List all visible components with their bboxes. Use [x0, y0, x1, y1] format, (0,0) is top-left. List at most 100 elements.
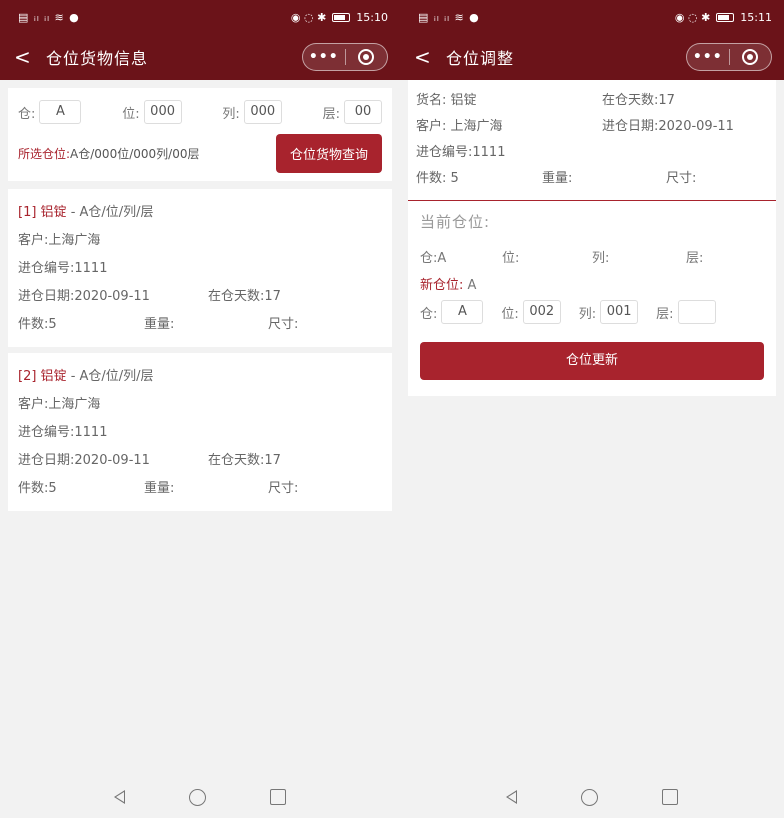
nav-back-icon[interactable]: [114, 790, 125, 804]
warehouse-input[interactable]: A: [39, 100, 82, 124]
selected-location-row: 所选仓位:A仓/000位/000列/00层 仓位货物查询: [18, 134, 382, 173]
selected-location-value: A仓/000位/000列/00层: [70, 147, 200, 161]
cargo-entry-no: 进仓编号:1111: [18, 425, 108, 440]
status-icons: ◉ ◌ ✱: [674, 10, 711, 24]
position-field: 位: 000: [122, 100, 182, 124]
new-level-input[interactable]: [677, 300, 716, 324]
info-row-1: 货名: 铝锭 在仓天数:17: [416, 90, 768, 112]
cargo-card-1[interactable]: [1] 铝锭 - A仓/位/列/层 客户:上海广海 进仓编号:1111 进仓日期…: [8, 189, 392, 347]
new-location-label: 新仓位: A: [420, 278, 477, 293]
system-nav-bar: [0, 776, 400, 818]
status-icons: ◉ ◌ ✱: [290, 10, 327, 24]
cargo-weight: 重量:: [144, 317, 175, 332]
new-column-input[interactable]: 001: [600, 300, 639, 324]
nav-home-icon[interactable]: [581, 788, 598, 806]
nav-bar: < 仓位货物信息 •••: [0, 34, 400, 80]
new-position-input[interactable]: 002: [522, 300, 561, 324]
weight: 重量:: [542, 171, 573, 186]
new-column-field: 列: 001: [578, 300, 639, 324]
customer: 客户: 上海广海: [416, 119, 503, 134]
cargo-title: [2] 铝锭 - A仓/位/列/层: [18, 363, 382, 391]
signal-icons: ▤ ᵢₗ ᵢₗ ≋ ●: [418, 10, 480, 24]
selected-location: 所选仓位:A仓/000位/000列/00层: [18, 145, 199, 162]
column-field: 列: 000: [222, 100, 282, 124]
back-icon[interactable]: <: [414, 45, 438, 69]
new-column-label: 列:: [578, 306, 597, 322]
target-icon: [358, 49, 375, 65]
search-panel: 仓: A 位: 000 列: 000 层: 00 所选仓位:A仓/000位/00…: [8, 88, 392, 181]
system-nav-bar: [400, 776, 784, 818]
status-right: ◉ ◌ ✱ 15:10: [291, 11, 388, 24]
cargo-name: [1] 铝锭: [18, 205, 67, 220]
column-input[interactable]: 000: [243, 100, 282, 124]
goods-name: 货名: 铝锭: [416, 93, 477, 108]
level-input[interactable]: 00: [344, 100, 382, 124]
entry-no: 进仓编号:1111: [416, 145, 506, 160]
nav-home-icon[interactable]: [189, 788, 206, 806]
cargo-weight: 重量:: [144, 481, 175, 496]
cargo-days: 在仓天数:17: [208, 289, 281, 304]
signal-icons: ▤ ᵢₗ ᵢₗ ≋ ●: [18, 10, 80, 24]
level-label: 层:: [322, 106, 340, 122]
new-position-label: 位:: [501, 306, 519, 322]
more-icon[interactable]: •••: [303, 49, 345, 65]
cargo-location: - A仓/位/列/层: [66, 369, 154, 384]
page-title: 仓位货物信息: [46, 49, 149, 68]
cargo-customer: 客户:上海广海: [18, 233, 101, 248]
screen-location-adjust: ▤ ᵢₗ ᵢₗ ≋ ● ◉ ◌ ✱ 15:11 < 仓位调整 ••• 货名: 铝…: [400, 0, 784, 818]
target-icon: [742, 49, 759, 65]
selected-location-label: 所选仓位:: [18, 147, 71, 161]
new-position-field: 位: 002: [501, 300, 561, 324]
screen-cargo-info: ▤ ᵢₗ ᵢₗ ≋ ● ◉ ◌ ✱ 15:10 < 仓位货物信息 ••• 仓: …: [0, 0, 400, 818]
cargo-days: 在仓天数:17: [208, 453, 281, 468]
cargo-entry-no: 进仓编号:1111: [18, 261, 108, 276]
status-bar: ▤ ᵢₗ ᵢₗ ≋ ● ◉ ◌ ✱ 15:10: [0, 0, 400, 34]
position-label: 位:: [122, 106, 140, 122]
info-row-2: 客户: 上海广海 进仓日期:2020-09-11: [416, 116, 768, 138]
cargo-count: 件数:5: [18, 481, 57, 496]
cargo-entry-date: 进仓日期:2020-09-11: [18, 289, 150, 304]
current-column: 列:: [592, 250, 610, 266]
position-input[interactable]: 000: [143, 100, 182, 124]
piece-count: 件数: 5: [416, 171, 459, 186]
close-miniapp-button[interactable]: [730, 49, 772, 65]
clock: 15:10: [356, 10, 388, 24]
more-icon[interactable]: •••: [687, 49, 729, 65]
entry-date: 进仓日期:2020-09-11: [602, 119, 734, 134]
page-title: 仓位调整: [446, 49, 515, 68]
new-warehouse-input[interactable]: A: [441, 300, 484, 324]
query-cargo-button[interactable]: 仓位货物查询: [275, 134, 382, 173]
miniapp-capsule: •••: [302, 43, 388, 71]
cargo-info: 货名: 铝锭 在仓天数:17 客户: 上海广海 进仓日期:2020-09-11 进仓…: [408, 80, 776, 200]
current-warehouse: 仓:A: [420, 250, 447, 266]
cargo-dates: 进仓日期:2020-09-11 在仓天数:17: [18, 283, 382, 311]
update-location-button[interactable]: 仓位更新: [420, 342, 764, 380]
cargo-customer: 客户:上海广海: [18, 397, 101, 412]
new-location-inputs: 仓: A 位: 002 列: 001 层:: [420, 300, 764, 324]
level-field: 层: 00: [323, 100, 382, 124]
close-miniapp-button[interactable]: [346, 49, 388, 65]
info-row-specs: 件数: 5 重量: 尺寸:: [416, 168, 768, 190]
clock: 15:11: [740, 10, 772, 24]
new-level-field: 层:: [656, 300, 716, 324]
cargo-specs: 件数:5 重量: 尺寸:: [18, 311, 382, 339]
status-bar: ▤ ᵢₗ ᵢₗ ≋ ● ◉ ◌ ✱ 15:11: [400, 0, 784, 34]
back-icon[interactable]: <: [14, 45, 38, 69]
nav-recent-icon[interactable]: [270, 789, 286, 805]
cargo-specs: 件数:5 重量: 尺寸:: [18, 475, 382, 503]
cargo-dates: 进仓日期:2020-09-11 在仓天数:17: [18, 447, 382, 475]
battery-icon: [332, 12, 351, 22]
adjust-panel: 货名: 铝锭 在仓天数:17 客户: 上海广海 进仓日期:2020-09-11 进仓…: [408, 80, 776, 396]
cargo-card-2[interactable]: [2] 铝锭 - A仓/位/列/层 客户:上海广海 进仓编号:1111 进仓日期…: [8, 353, 392, 511]
new-level-label: 层:: [656, 306, 674, 322]
warehouse-label: 仓:: [18, 106, 36, 122]
cargo-name: [2] 铝锭: [18, 369, 67, 384]
battery-icon: [716, 12, 735, 22]
new-location-summary: A: [467, 278, 477, 293]
nav-recent-icon[interactable]: [662, 789, 678, 805]
miniapp-capsule: •••: [686, 43, 772, 71]
column-label: 列:: [222, 106, 240, 122]
days-in-storage: 在仓天数:17: [602, 93, 675, 108]
nav-back-icon[interactable]: [506, 790, 517, 804]
current-position: 位:: [502, 250, 520, 266]
